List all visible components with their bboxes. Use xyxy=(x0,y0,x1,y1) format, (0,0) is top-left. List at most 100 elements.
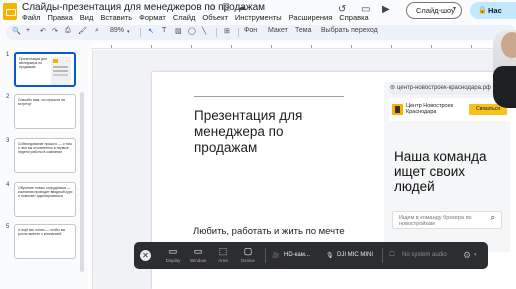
theme-button[interactable]: Тема xyxy=(295,27,311,34)
thumbnail-text: Собеседование прошло — о том, с чем вы с… xyxy=(18,142,73,155)
microphone-select[interactable]: DJI MIC MINI xyxy=(337,252,373,258)
slide-thumbnail-5[interactable]: А ещё мы хотим — чтобы вы росли вместе с… xyxy=(14,224,76,259)
thumbnail-text: Обучение новых сотрудников — компания пр… xyxy=(18,186,73,199)
site-heading: Наша команда ищет своих людей xyxy=(394,149,487,194)
webcam-overlay xyxy=(493,30,516,108)
menu-extensions[interactable]: Расширения xyxy=(289,13,333,22)
menu-edit[interactable]: Правка xyxy=(47,13,72,22)
cloud-status-icon[interactable]: ☁ xyxy=(237,2,246,13)
star-icon[interactable]: ☆ xyxy=(208,2,216,13)
paint-format-icon[interactable]: 🖌 xyxy=(78,27,87,35)
redo-icon[interactable]: ↷ xyxy=(52,27,58,35)
camera-select[interactable]: HD-кам... xyxy=(284,252,310,258)
site-url: центр-новостроек-краснодара.рф xyxy=(397,85,491,91)
menu-insert[interactable]: Вставить xyxy=(100,13,132,22)
slides-logo-icon[interactable] xyxy=(3,3,17,20)
capture-mode-label: Window xyxy=(189,258,206,263)
slideshow-label: Слайд-шоу xyxy=(416,6,455,15)
ruler-tick xyxy=(311,45,312,48)
title-icons: ☆ ⎘ ☁ xyxy=(208,2,246,13)
thumbnail-logo xyxy=(53,59,58,63)
ruler-tick xyxy=(431,45,432,48)
thumbnail-lines xyxy=(53,66,68,68)
share-label: Нас xyxy=(488,6,502,15)
slideshow-caret-icon[interactable]: ▾ xyxy=(453,5,456,12)
slide-thumbnail-1[interactable]: Презентация для менеджера по продажам xyxy=(14,52,76,87)
camera-icon: 🎥 xyxy=(272,253,280,259)
capture-window-button[interactable]: ▭ Window xyxy=(186,246,210,263)
website-screenshot-image[interactable]: ⊜ центр-новостроек-краснодара.рф Центр Н… xyxy=(384,82,510,252)
zoom-caret-icon[interactable]: ▾ xyxy=(127,29,130,35)
ruler-tick xyxy=(271,45,272,48)
print-icon[interactable]: ⎙ xyxy=(65,27,71,35)
ruler-tick xyxy=(231,45,232,48)
capture-device-button[interactable]: ▢ Device xyxy=(236,246,260,263)
image-tool-icon[interactable]: ▨ xyxy=(175,27,182,35)
search-menus-icon[interactable]: 🔍 xyxy=(12,27,21,35)
system-audio-icon: 🖵 xyxy=(389,252,395,258)
site-logo-icon xyxy=(392,104,403,115)
title-divider-line xyxy=(194,96,344,97)
screen-recorder-toolbar: ✕ ▭ Display ▭ Window ⬚ Area ▢ Device 🎥 H… xyxy=(134,242,488,269)
lock-icon: 🔒 xyxy=(478,7,487,14)
zoom-icon[interactable]: ⌕ xyxy=(95,27,99,35)
microphone-icon: 🎙 xyxy=(326,253,334,259)
slide-title[interactable]: Презентация для менеджера по продажам xyxy=(194,108,344,156)
comments-icon[interactable]: ▭ xyxy=(361,4,370,15)
slide-thumbnail-4[interactable]: Обучение новых сотрудников — компания пр… xyxy=(14,182,76,217)
menu-tools[interactable]: Инструменты xyxy=(235,13,282,22)
thumbnail-text: А ещё мы хотим — чтобы вы росли вместе с… xyxy=(18,228,66,237)
toolbar: 🔍 + ↶ ↷ ⎙ 🖌 ⌕ 89% ▾ ↖ T ▨ ◯ ╲ ⊞ Фон Маке… xyxy=(6,25,516,40)
comment-tool-icon[interactable]: ⊞ xyxy=(224,27,230,35)
capture-display-button[interactable]: ▭ Display xyxy=(161,246,185,263)
ruler-tick xyxy=(151,45,152,48)
move-icon[interactable]: ⎘ xyxy=(223,2,230,13)
transition-button[interactable]: Выбрать переход xyxy=(321,27,378,34)
filmstrip-scrollbar[interactable] xyxy=(80,92,84,272)
select-tool-icon[interactable]: ↖ xyxy=(148,27,154,35)
thumbnail-text: Спасибо вам, что пришли на встречу! xyxy=(18,98,65,107)
ruler-tick xyxy=(391,45,392,48)
site-url-bar: ⊜ центр-новостроек-краснодара.рф xyxy=(389,82,510,95)
site-info-icon: ⊜ xyxy=(390,85,396,91)
horizontal-ruler xyxy=(91,42,516,49)
settings-caret-icon[interactable]: ▾ xyxy=(474,252,477,258)
capture-area-button[interactable]: ⬚ Area xyxy=(211,246,235,263)
area-icon: ⬚ xyxy=(218,246,228,256)
textbox-tool-icon[interactable]: T xyxy=(162,27,166,34)
zoom-select[interactable]: 89% xyxy=(110,27,124,34)
menu-view[interactable]: Вид xyxy=(80,13,94,22)
capture-mode-label: Display xyxy=(165,258,181,263)
capture-mode-label: Area xyxy=(218,258,228,263)
share-button[interactable]: 🔒 Нас xyxy=(470,2,516,19)
presenter-head xyxy=(501,32,516,58)
version-history-icon[interactable]: ↺ xyxy=(338,4,346,15)
slide-number: 4 xyxy=(6,182,10,188)
toolbar-divider xyxy=(140,28,141,37)
thumbnail-image xyxy=(51,57,71,85)
close-recorder-button[interactable]: ✕ xyxy=(140,250,151,261)
undo-icon[interactable]: ↶ xyxy=(40,27,46,35)
slide-thumbnail-3[interactable]: Собеседование прошло — о том, с чем вы с… xyxy=(14,138,76,173)
layout-button[interactable]: Макет xyxy=(268,27,288,34)
menu-slide[interactable]: Слайд xyxy=(173,13,196,22)
ruler-tick xyxy=(191,45,192,48)
header: Слайды-презентация для менеджеров по про… xyxy=(0,0,516,24)
menu-object[interactable]: Объект xyxy=(202,13,228,22)
presenter-body xyxy=(493,66,516,108)
site-header: Центр Новостроек Краснодара Связаться xyxy=(389,98,510,121)
slide-subtitle[interactable]: Любить, работать и жить по мечте xyxy=(193,226,345,237)
settings-gear-icon[interactable]: ⚙ xyxy=(463,250,471,261)
menu-format[interactable]: Формат xyxy=(139,13,166,22)
background-button[interactable]: Фон xyxy=(244,27,257,34)
slide-filmstrip: 1 Презентация для менеджера по продажам … xyxy=(0,42,86,289)
slide-thumbnail-2[interactable]: Спасибо вам, что пришли на встречу! xyxy=(14,94,76,129)
menu-file[interactable]: Файл xyxy=(22,13,40,22)
new-slide-icon[interactable]: + xyxy=(26,27,30,34)
ruler-tick xyxy=(351,45,352,48)
line-tool-icon[interactable]: ╲ xyxy=(202,27,206,35)
system-audio-select[interactable]: No system audio xyxy=(402,252,447,258)
ruler-tick xyxy=(471,45,472,48)
shape-tool-icon[interactable]: ◯ xyxy=(188,27,196,35)
meet-icon[interactable]: ▶ xyxy=(382,4,390,15)
